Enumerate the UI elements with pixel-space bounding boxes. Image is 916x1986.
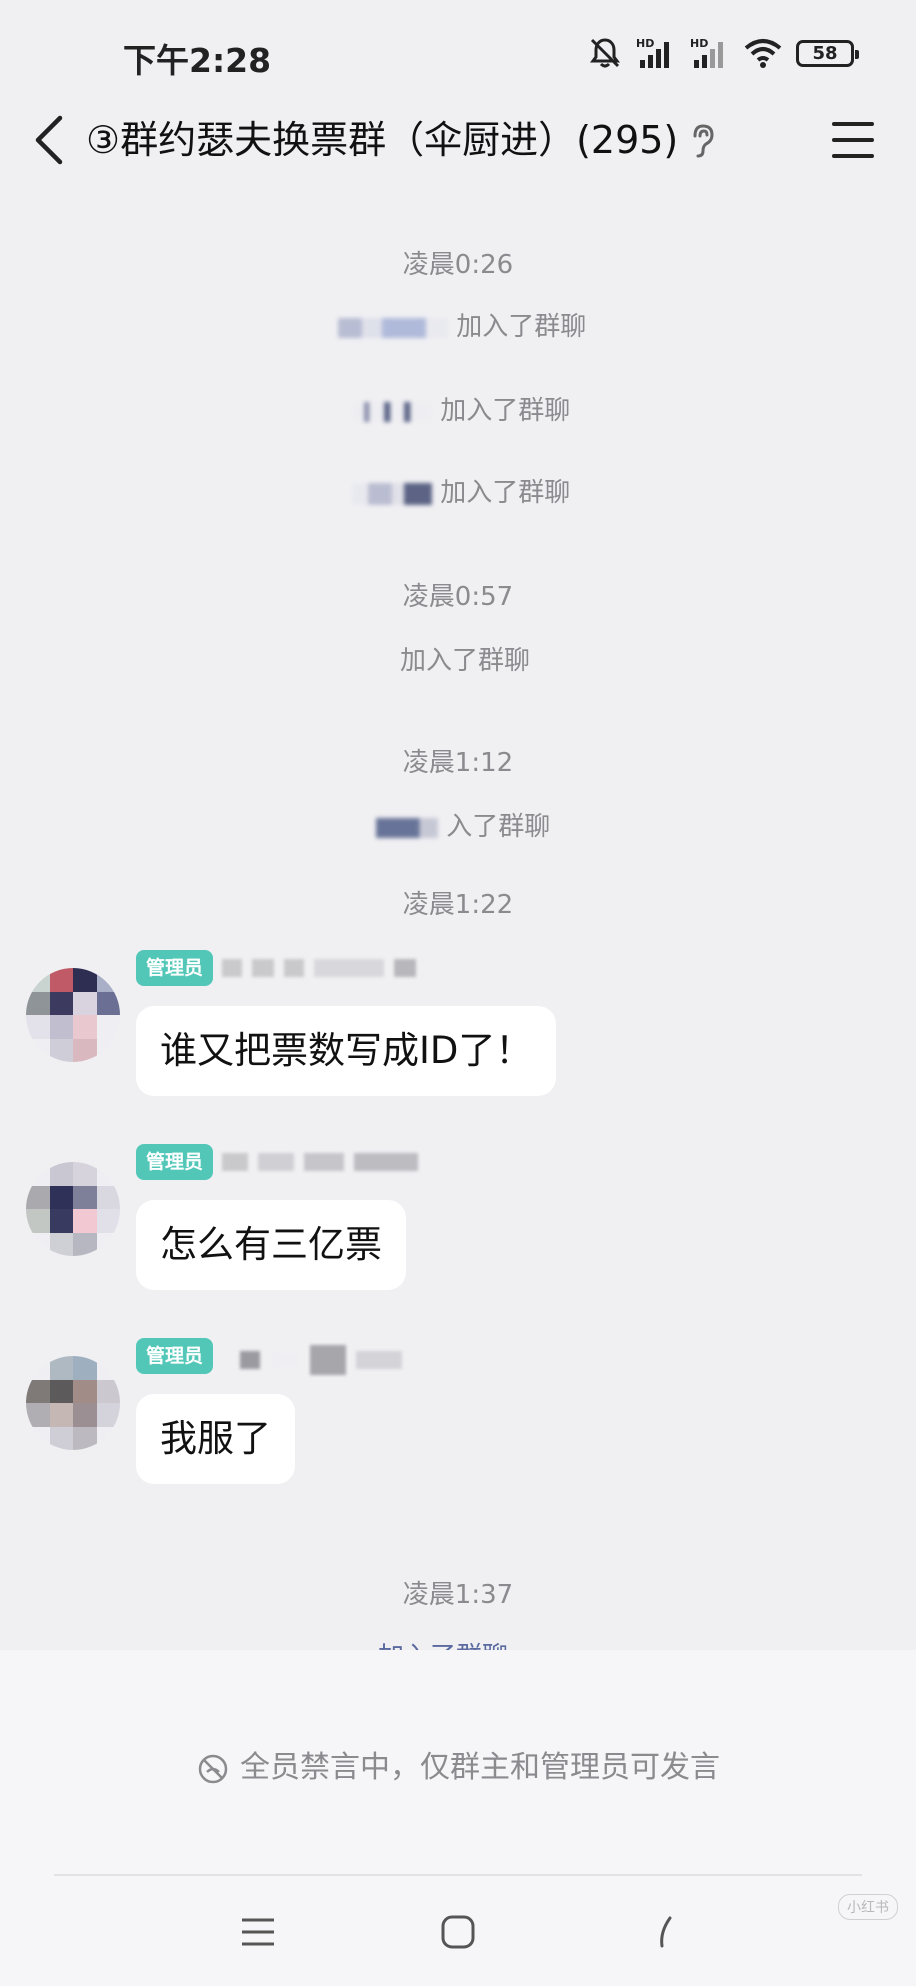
- home-nav-icon[interactable]: [438, 1912, 478, 1952]
- mute-notice: 全员禁言中，仅群主和管理员可发言: [0, 1742, 916, 1786]
- avatar[interactable]: [26, 1356, 120, 1450]
- chat-title[interactable]: ③群约瑟夫换票群（伞厨进）(295): [86, 114, 678, 166]
- redacted-sender: [222, 1144, 418, 1180]
- back-arrow-icon[interactable]: [28, 114, 72, 166]
- status-icons: HD HD 58: [588, 36, 859, 70]
- watermark: 小红书: [838, 1894, 898, 1920]
- menu-icon[interactable]: [832, 122, 876, 160]
- admin-badge: 管理员: [136, 1338, 214, 1374]
- avatar[interactable]: [26, 968, 120, 1062]
- timestamp: 凌晨1:12: [402, 748, 514, 778]
- message-bubble[interactable]: 我服了: [136, 1394, 295, 1484]
- join-notice: 入了群聊: [376, 806, 550, 843]
- hd-signal-icon: HD: [636, 37, 669, 68]
- mute-bar: 全员禁言中，仅群主和管理员可发言: [0, 1650, 916, 1876]
- join-notice: 加入了群聊: [352, 472, 570, 509]
- redacted-name: [352, 482, 432, 505]
- chat-area[interactable]: 凌晨0:26 加入了群聊 加入了群聊 加入了群聊 凌晨0:57 加入了群聊 凌晨…: [0, 180, 916, 1650]
- message-bubble[interactable]: 谁又把票数写成ID了！: [136, 1006, 557, 1096]
- timestamp: 凌晨0:26: [402, 250, 514, 280]
- redacted-name: [338, 317, 448, 338]
- timestamp: 凌晨1:37: [402, 1580, 514, 1610]
- back-nav-icon[interactable]: [646, 1912, 686, 1952]
- redacted-name: [352, 401, 432, 422]
- timestamp: 凌晨1:22: [402, 890, 514, 920]
- status-time: 下午2:28: [123, 41, 272, 80]
- redacted-name: [376, 817, 438, 838]
- svg-text:HD: HD: [690, 37, 708, 50]
- battery-icon: 58: [796, 39, 859, 67]
- join-notice: 加入了群聊: [400, 646, 531, 676]
- ear-icon[interactable]: [690, 124, 716, 158]
- join-notice: 加入了群聊: [352, 390, 570, 427]
- redacted-sender: [240, 1342, 402, 1378]
- wifi-icon: [744, 39, 782, 68]
- hd-signal-icon: HD: [690, 37, 723, 68]
- admin-badge: 管理员: [136, 950, 214, 986]
- title-bar: ③群约瑟夫换票群（伞厨进）(295): [0, 100, 916, 180]
- system-nav-bar: 小红书: [0, 1876, 916, 1986]
- status-bar: 下午2:28 HD HD 58: [0, 0, 916, 100]
- timestamp: 凌晨0:57: [402, 582, 514, 612]
- join-notice: 加入了群聊: [338, 306, 586, 343]
- menu-nav-icon[interactable]: [238, 1912, 278, 1952]
- svg-text:HD: HD: [636, 37, 654, 50]
- join-notice-partial: 加入了群聊: [378, 1636, 508, 1650]
- avatar[interactable]: [26, 1162, 120, 1256]
- mute-circle-icon: [198, 1754, 228, 1783]
- mute-bell-icon: [590, 38, 620, 68]
- message-bubble[interactable]: 怎么有三亿票: [136, 1200, 406, 1290]
- redacted-sender: [222, 950, 416, 986]
- admin-badge: 管理员: [136, 1144, 214, 1180]
